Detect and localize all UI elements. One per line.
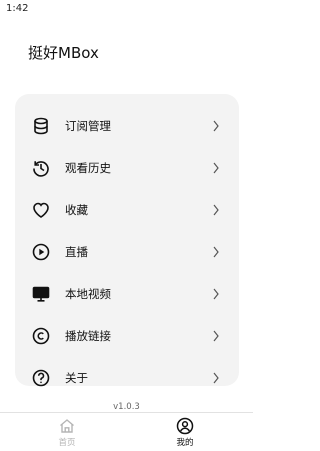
menu-item-history[interactable]: 观看历史 xyxy=(15,148,239,190)
menu-item-play-link[interactable]: 播放链接 xyxy=(15,316,239,358)
database-icon xyxy=(31,116,51,136)
status-time: 1:42 xyxy=(6,3,29,14)
chevron-right-icon xyxy=(211,288,221,300)
menu-card: 订阅管理 观看历史 收藏 直播 本地视频 播放链接 关于 xyxy=(15,94,239,387)
tab-mine-label: 我的 xyxy=(176,438,194,448)
menu-item-label: 收藏 xyxy=(65,203,88,217)
tab-home[interactable]: 首页 xyxy=(37,417,97,451)
help-icon xyxy=(31,368,51,388)
copyright-icon xyxy=(31,326,51,346)
menu-item-label: 播放链接 xyxy=(65,329,111,343)
status-bar: 1:42 xyxy=(0,0,253,18)
menu-item-label: 观看历史 xyxy=(65,161,111,175)
version-label: v1.0.3 xyxy=(113,402,140,412)
user-icon xyxy=(176,417,194,435)
chevron-right-icon xyxy=(211,120,221,132)
tab-home-label: 首页 xyxy=(58,438,76,448)
menu-item-local-video[interactable]: 本地视频 xyxy=(15,274,239,316)
page-title: 挺好MBox xyxy=(28,44,99,62)
play-circle-icon xyxy=(31,242,51,262)
chevron-right-icon xyxy=(211,372,221,384)
menu-item-label: 直播 xyxy=(65,245,88,259)
menu-item-subscriptions[interactable]: 订阅管理 xyxy=(15,106,239,148)
monitor-icon xyxy=(31,284,51,304)
chevron-right-icon xyxy=(211,204,221,216)
tab-mine[interactable]: 我的 xyxy=(155,417,215,451)
chevron-right-icon xyxy=(211,246,221,258)
history-icon xyxy=(31,158,51,178)
heart-icon xyxy=(31,200,51,220)
menu-item-label: 订阅管理 xyxy=(65,119,111,133)
chevron-right-icon xyxy=(211,330,221,342)
menu-item-label: 本地视频 xyxy=(65,287,111,301)
bottom-nav: 首页 我的 xyxy=(0,412,253,451)
home-icon xyxy=(58,417,76,435)
menu-item-label: 关于 xyxy=(65,371,88,385)
chevron-right-icon xyxy=(211,162,221,174)
menu-item-live[interactable]: 直播 xyxy=(15,232,239,274)
menu-item-favorites[interactable]: 收藏 xyxy=(15,190,239,232)
menu-item-about[interactable]: 关于 xyxy=(15,358,239,400)
